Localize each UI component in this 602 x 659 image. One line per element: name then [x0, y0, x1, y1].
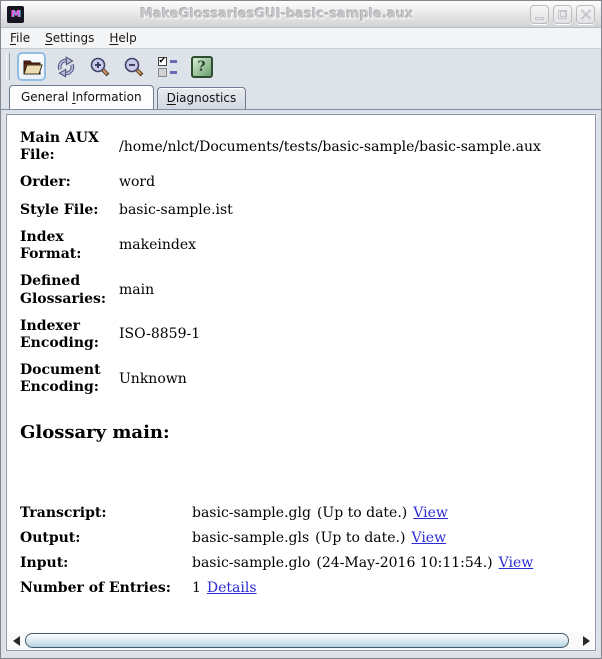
zoom-out-icon — [124, 57, 143, 76]
entry-count: 1 — [192, 580, 201, 597]
minimize-button[interactable] — [530, 4, 549, 24]
help-question-icon: ? — [190, 55, 213, 78]
arrow-left-icon — [12, 635, 20, 646]
reload-icon — [57, 55, 74, 78]
properties-checklist-icon: ✔ — [157, 56, 178, 77]
view-link[interactable]: View — [499, 555, 534, 571]
field-value: word — [119, 174, 156, 191]
details-link[interactable]: Details — [207, 580, 257, 596]
table-row: Number of Entries: 1 Details — [20, 576, 582, 601]
tabstrip: General Information Diagnostics — [1, 84, 601, 110]
open-file-button[interactable] — [17, 52, 46, 81]
file-name: basic-sample.glg — [192, 504, 311, 521]
properties-button[interactable]: ✔ — [153, 52, 182, 81]
field-label: Number of Entries: — [20, 580, 171, 597]
field-label: Document Encoding: — [20, 362, 101, 396]
toolbar: ✔ ? — [1, 49, 601, 84]
glossary-heading: Glossary main: — [20, 421, 170, 443]
field-label: Indexer Encoding: — [20, 317, 99, 351]
toolbar-drag-handle[interactable] — [6, 53, 10, 80]
file-name: basic-sample.glo — [192, 555, 311, 572]
window-title: MakeGlossariesGUI-basic-sample.aux — [140, 6, 414, 22]
arrow-right-icon — [582, 635, 590, 646]
zoom-out-button[interactable] — [119, 52, 148, 81]
field-value: /home/nlct/Documents/tests/basic-sample/… — [119, 138, 541, 155]
table-row: Index Format: makeindex — [20, 224, 582, 268]
horizontal-scrollbar[interactable] — [8, 632, 594, 649]
reload-button[interactable] — [51, 52, 80, 81]
field-value: Unknown — [119, 370, 187, 387]
table-row: Order: word — [20, 169, 582, 196]
field-value: ISO-8859-1 — [119, 326, 201, 343]
view-link[interactable]: View — [411, 530, 446, 546]
maximize-icon — [558, 9, 567, 19]
zoom-in-icon — [90, 57, 109, 76]
file-status: (Up to date.) — [315, 529, 406, 546]
menu-file[interactable]: File — [10, 31, 30, 45]
field-label: Index Format: — [20, 228, 82, 263]
table-row: Defined Glossaries: main — [20, 268, 582, 312]
document-view: Main AUX File: /home/nlct/Documents/test… — [7, 115, 595, 632]
file-status: (Up to date.) — [316, 504, 408, 521]
file-name: basic-sample.gls — [192, 529, 310, 546]
minimize-icon — [535, 16, 544, 20]
field-label: Main AUX File: — [20, 130, 99, 164]
tab-diagnostics[interactable]: Diagnostics — [156, 87, 247, 109]
titlebar[interactable]: M MakeGlossariesGUI-basic-sample.aux — [1, 1, 601, 28]
menubar: File Settings Help — [1, 28, 601, 49]
table-row: Document Encoding: Unknown — [20, 357, 582, 401]
aux-info-table: Main AUX File: /home/nlct/Documents/test… — [20, 125, 582, 402]
scroll-right-button[interactable] — [578, 633, 594, 649]
maximize-button[interactable] — [553, 4, 572, 24]
field-label: Order: — [20, 174, 71, 191]
general-information-panel: Main AUX File: /home/nlct/Documents/test… — [6, 114, 596, 651]
glossary-files-table: Transcript: basic-sample.glg (Up to date.… — [20, 501, 582, 602]
tab-general-information[interactable]: General Information — [9, 85, 154, 109]
menu-settings[interactable]: Settings — [45, 31, 94, 45]
help-button[interactable]: ? — [187, 52, 216, 81]
field-label: Transcript: — [20, 504, 107, 521]
table-row: Input: basic-sample.glo (24-May-2016 10:1… — [20, 551, 582, 576]
field-label: Input: — [20, 555, 69, 572]
field-value: makeindex — [119, 237, 197, 254]
view-link[interactable]: View — [413, 505, 448, 521]
zoom-in-button[interactable] — [85, 52, 114, 81]
field-label: Defined Glossaries: — [20, 273, 107, 307]
scroll-left-button[interactable] — [8, 633, 24, 649]
field-label: Style File: — [20, 201, 99, 218]
file-status: (24-May-2016 10:11:54.) — [316, 555, 493, 572]
table-row: Output: basic-sample.gls (Up to date.) Vie… — [20, 526, 582, 551]
app-window: M MakeGlossariesGUI-basic-sample.aux Fil… — [0, 0, 602, 659]
menu-help[interactable]: Help — [109, 31, 136, 45]
table-row: Style File: basic-sample.ist — [20, 197, 582, 224]
app-logo-icon: M — [7, 5, 24, 23]
scrollbar-thumb[interactable] — [25, 633, 569, 648]
close-button[interactable] — [576, 4, 595, 24]
field-value: basic-sample.ist — [119, 201, 233, 218]
open-folder-icon — [22, 60, 43, 74]
field-value: main — [119, 281, 155, 298]
close-icon — [580, 9, 591, 20]
field-label: Output: — [20, 529, 81, 546]
table-row: Main AUX File: /home/nlct/Documents/test… — [20, 125, 582, 169]
table-row: Indexer Encoding: ISO-8859-1 — [20, 313, 582, 357]
table-row: Transcript: basic-sample.glg (Up to date.… — [20, 501, 582, 526]
